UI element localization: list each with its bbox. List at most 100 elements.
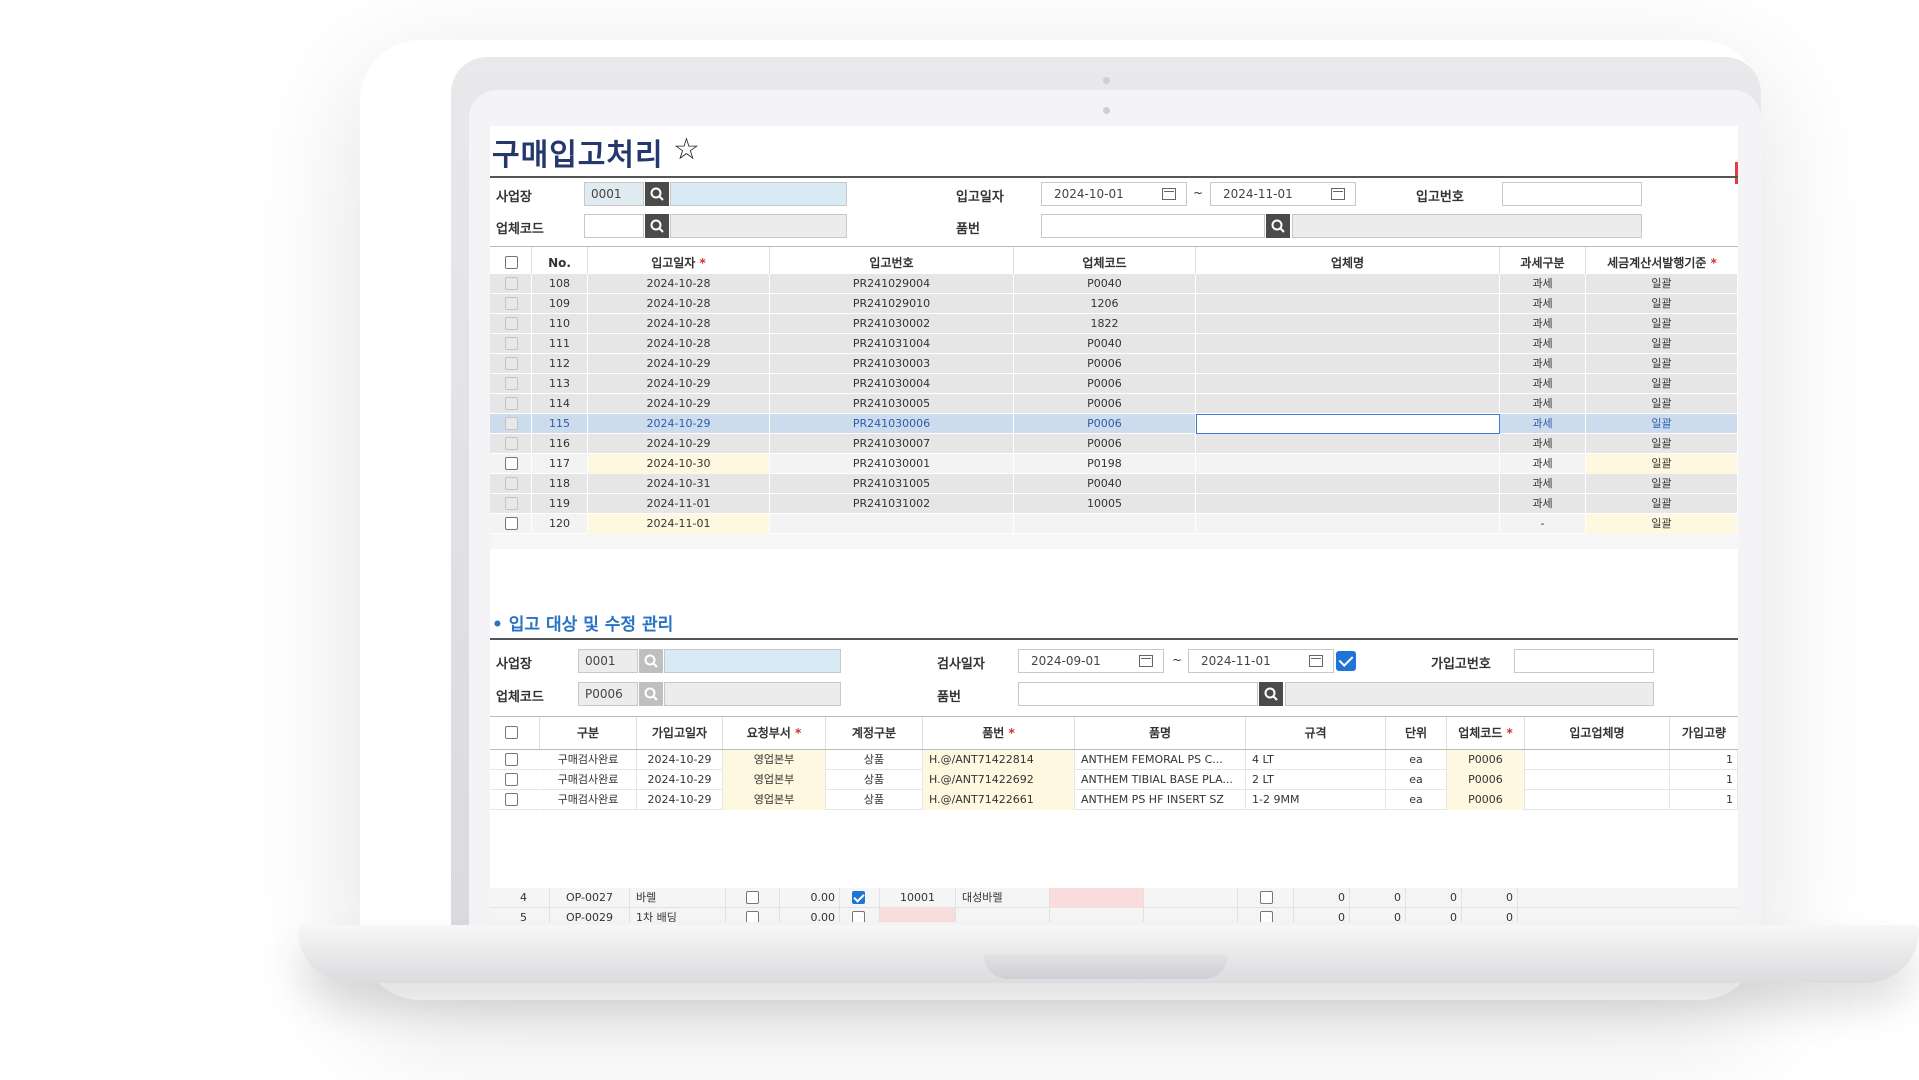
cell-receipt-no[interactable]: [770, 514, 1014, 534]
cell-tax-type[interactable]: 과세: [1500, 274, 1586, 294]
row-checkbox[interactable]: [505, 337, 518, 350]
cell-no[interactable]: 112: [532, 354, 588, 374]
row-checkbox[interactable]: [746, 911, 759, 922]
cell-qty-1[interactable]: 0: [1294, 908, 1350, 922]
cell-type[interactable]: 구매검사완료: [540, 790, 637, 810]
cell-qty-2[interactable]: 0: [1350, 888, 1406, 908]
table-row[interactable]: 4 OP-0027 바렐 0.00 10001 대성바렐 0 0 0 0: [490, 888, 1738, 908]
cell-flag[interactable]: [726, 888, 780, 908]
col-unit[interactable]: 단위: [1386, 717, 1447, 749]
cell-receipt-no[interactable]: PR241030002: [770, 314, 1014, 334]
col-request-dept[interactable]: 요청부서 *: [723, 717, 826, 749]
row-checkbox[interactable]: [746, 891, 759, 904]
cell-tax-type[interactable]: 과세: [1500, 454, 1586, 474]
cell-spec[interactable]: 4 LT: [1246, 750, 1386, 770]
cell-no[interactable]: 110: [532, 314, 588, 334]
cell-qty-3[interactable]: 0: [1406, 888, 1462, 908]
row-select-cell[interactable]: [490, 474, 532, 494]
cell-no[interactable]: 5: [498, 908, 550, 922]
cell-no[interactable]: 114: [532, 394, 588, 414]
sub-item-search-button[interactable]: [1259, 682, 1283, 706]
receipt-no-field[interactable]: [1502, 182, 1642, 206]
row-select-cell[interactable]: [490, 394, 532, 414]
cell-item-name[interactable]: ANTHEM TIBIAL BASE PLA...: [1075, 770, 1246, 790]
table-row[interactable]: 109 2024-10-28 PR241029010 1206 과세 일괄: [490, 294, 1738, 314]
cell-receipt-no[interactable]: PR241030005: [770, 394, 1014, 414]
cell-receipt-date[interactable]: 2024-10-29: [588, 434, 770, 454]
table-row[interactable]: 117 2024-10-30 PR241030001 P0198 과세 일괄: [490, 454, 1738, 474]
table-row[interactable]: 108 2024-10-28 PR241029004 P0040 과세 일괄: [490, 274, 1738, 294]
cell-vendor-code[interactable]: P0006: [1014, 374, 1196, 394]
col-temp-date[interactable]: 가입고일자: [637, 717, 723, 749]
cell-item-no[interactable]: H.@/ANT71422692: [923, 770, 1075, 790]
cell-receipt-vendor-name[interactable]: [1525, 750, 1670, 770]
row-select-cell[interactable]: [490, 770, 540, 790]
cell-unit[interactable]: ea: [1386, 790, 1447, 810]
cell-account[interactable]: 상품: [826, 770, 923, 790]
cell-vendor-name[interactable]: [1196, 454, 1500, 474]
cell-vendor-name[interactable]: [1196, 494, 1500, 514]
cell-temp-date[interactable]: 2024-10-29: [637, 750, 723, 770]
row-select-cell[interactable]: [490, 790, 540, 810]
cell-receipt-no[interactable]: PR241030003: [770, 354, 1014, 374]
cell-tax-type[interactable]: 과세: [1500, 354, 1586, 374]
cell-tax-type[interactable]: 과세: [1500, 314, 1586, 334]
cell-temp-qty[interactable]: 1: [1670, 750, 1738, 770]
vendor-code-field[interactable]: [584, 214, 644, 238]
cell-receipt-date[interactable]: 2024-10-29: [588, 414, 770, 434]
cell-request-dept[interactable]: 영업본부: [723, 790, 826, 810]
cell-receipt-date[interactable]: 2024-10-31: [588, 474, 770, 494]
cell-vendor-name[interactable]: [1196, 294, 1500, 314]
date-from-field[interactable]: 2024-10-01: [1041, 182, 1187, 206]
sub-select-all-checkbox[interactable]: [505, 726, 518, 739]
cell-sub-vendor-code[interactable]: P0006: [1447, 770, 1525, 790]
vendor-search-button[interactable]: [645, 214, 669, 238]
cell-receipt-no[interactable]: PR241030007: [770, 434, 1014, 454]
row-select-cell[interactable]: [490, 514, 532, 534]
table-row[interactable]: 113 2024-10-29 PR241030004 P0006 과세 일괄: [490, 374, 1738, 394]
row-checkbox[interactable]: [852, 911, 865, 922]
cell-receipt-no[interactable]: PR241031005: [770, 474, 1014, 494]
cell-invoice-basis[interactable]: 일괄: [1586, 334, 1738, 354]
calendar-icon[interactable]: [1309, 655, 1323, 667]
cell-temp-qty[interactable]: 1: [1670, 790, 1738, 810]
cell-qty-3[interactable]: 0: [1406, 908, 1462, 922]
row-checkbox[interactable]: [1260, 891, 1273, 904]
cell-vendor-name[interactable]: [1196, 394, 1500, 414]
cell-receipt-date[interactable]: 2024-10-29: [588, 374, 770, 394]
cell-temp-qty[interactable]: 1: [1670, 770, 1738, 790]
table-row[interactable]: 구매검사완료 2024-10-29 영업본부 상품 H.@/ANT71422661 ANT…: [490, 790, 1738, 810]
table-row[interactable]: 119 2024-11-01 PR241031002 10005 과세 일괄: [490, 494, 1738, 514]
row-select-cell[interactable]: [490, 354, 532, 374]
table-row[interactable]: 112 2024-10-29 PR241030003 P0006 과세 일괄: [490, 354, 1738, 374]
cell-no[interactable]: 120: [532, 514, 588, 534]
table-row[interactable]: 116 2024-10-29 PR241030007 P0006 과세 일괄: [490, 434, 1738, 454]
col-item-no[interactable]: 품번 *: [923, 717, 1075, 749]
cell-vendor-name[interactable]: [1196, 334, 1500, 354]
row-checkbox[interactable]: [505, 357, 518, 370]
cell-no[interactable]: 113: [532, 374, 588, 394]
cell-receipt-date[interactable]: 2024-10-28: [588, 314, 770, 334]
cell-sub-vendor-code[interactable]: P0006: [1447, 750, 1525, 770]
row-checkbox[interactable]: [1260, 911, 1273, 922]
cell-vendor-name[interactable]: [1196, 514, 1500, 534]
row-checkbox[interactable]: [505, 793, 518, 806]
col-spec[interactable]: 규격: [1246, 717, 1386, 749]
cell-no[interactable]: 108: [532, 274, 588, 294]
cell-account[interactable]: 상품: [826, 790, 923, 810]
cell-request-dept[interactable]: 영업본부: [723, 770, 826, 790]
row-select-cell[interactable]: [490, 294, 532, 314]
cell-qty-1[interactable]: 0: [1294, 888, 1350, 908]
item-code-field[interactable]: [1041, 214, 1265, 238]
cell-invoice-basis[interactable]: 일괄: [1586, 454, 1738, 474]
table-row[interactable]: 118 2024-10-31 PR241031005 P0040 과세 일괄: [490, 474, 1738, 494]
cell-invoice-basis[interactable]: 일괄: [1586, 414, 1738, 434]
cell-check[interactable]: [1238, 888, 1294, 908]
cell-no[interactable]: 4: [498, 888, 550, 908]
cell-receipt-date[interactable]: 2024-11-01: [588, 494, 770, 514]
cell-receipt-no[interactable]: PR241030001: [770, 454, 1014, 474]
sub-vendor-search-button[interactable]: [639, 682, 663, 706]
table-row[interactable]: 구매검사완료 2024-10-29 영업본부 상품 H.@/ANT71422814 ANT…: [490, 750, 1738, 770]
cell-no[interactable]: 119: [532, 494, 588, 514]
cell-qty-4[interactable]: 0: [1462, 908, 1518, 922]
